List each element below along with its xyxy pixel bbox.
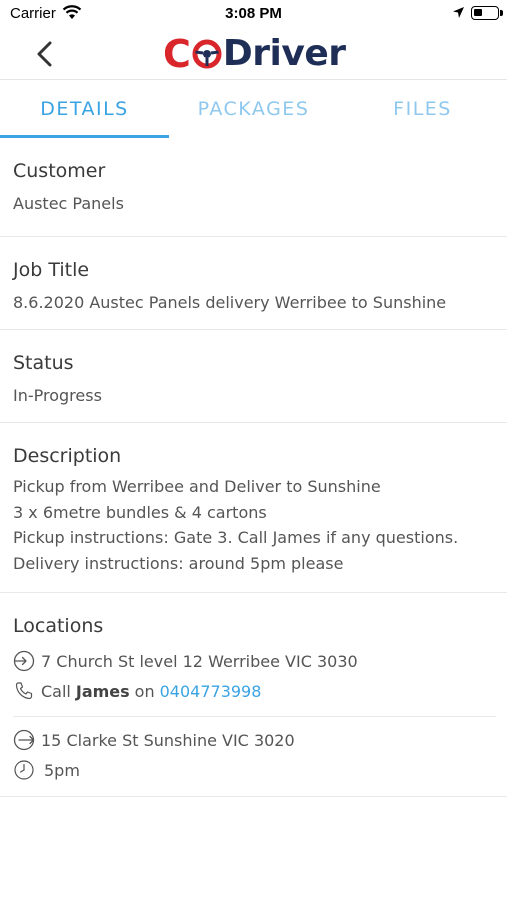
delivery-time: 5pm	[44, 760, 80, 780]
pickup-address: 7 Church St level 12 Werribee VIC 3030	[41, 651, 358, 671]
call-prefix: Call	[41, 681, 71, 701]
pickup-arrow-in-icon	[13, 650, 35, 672]
battery-icon	[471, 6, 503, 20]
back-button[interactable]	[28, 36, 64, 72]
pickup-address-row[interactable]: 7 Church St level 12 Werribee VIC 3030	[13, 646, 494, 676]
clock-time: 3:08 PM	[225, 5, 282, 22]
steering-wheel-icon	[192, 39, 222, 69]
contact-name: James	[75, 681, 130, 701]
description-title: Description	[13, 445, 122, 467]
description-section: Description Pickup from Werribee and Del…	[0, 423, 507, 593]
tab-details[interactable]: DETAILS	[0, 80, 169, 138]
tab-bar: DETAILS PACKAGES FILES	[0, 80, 507, 138]
delivery-arrow-out-icon	[13, 729, 35, 751]
phone-number-link[interactable]: 0404773998	[160, 682, 262, 701]
clock-icon	[14, 760, 34, 780]
tab-packages[interactable]: PACKAGES	[169, 80, 338, 138]
logo-wordmark: Driver	[222, 33, 346, 74]
call-on-label: on	[134, 681, 155, 701]
description-line: Pickup instructions: Gate 3. Call James …	[13, 528, 459, 547]
logo-letter-c: C	[163, 32, 191, 76]
delivery-location: 15 Clarke St Sunshine VIC 3020 5pm	[13, 717, 494, 785]
locations-section: Locations 7 Church St level 12 Werribee …	[0, 593, 507, 797]
customer-title: Customer	[13, 160, 106, 182]
status-title: Status	[13, 352, 74, 374]
description-line: Pickup from Werribee and Deliver to Suns…	[13, 477, 381, 496]
pickup-location: 7 Church St level 12 Werribee VIC 3030 C…	[13, 638, 494, 706]
delivery-address: 15 Clarke St Sunshine VIC 3020	[41, 730, 295, 750]
description-line: 3 x 6metre bundles & 4 cartons	[13, 502, 267, 522]
tab-files[interactable]: FILES	[338, 80, 507, 138]
location-arrow-icon	[452, 6, 465, 24]
pickup-contact-row: Call James on 0404773998	[13, 676, 494, 706]
details-content: Customer Austec Panels Job Title 8.6.202…	[0, 138, 507, 797]
status-section: Status In-Progress	[0, 330, 507, 423]
job-title-value: 8.6.2020 Austec Panels delivery Werribee…	[13, 293, 447, 312]
nav-bar: C Driver	[0, 28, 507, 80]
phone-icon	[15, 682, 33, 700]
customer-section: Customer Austec Panels	[0, 138, 507, 237]
customer-value: Austec Panels	[13, 194, 124, 213]
chevron-left-icon	[37, 41, 52, 67]
description-line: Delivery instructions: around 5pm please	[13, 553, 344, 573]
description-text: Pickup from Werribee and Deliver to Suns…	[13, 468, 494, 596]
delivery-time-row: 5pm	[13, 755, 494, 785]
job-title-heading: Job Title	[13, 259, 90, 281]
app-logo: C Driver	[163, 32, 346, 76]
status-value: In-Progress	[13, 386, 102, 405]
delivery-address-row[interactable]: 15 Clarke St Sunshine VIC 3020	[13, 725, 494, 755]
job-title-section: Job Title 8.6.2020 Austec Panels deliver…	[0, 237, 507, 330]
locations-title: Locations	[13, 615, 104, 637]
status-bar: Carrier 3:08 PM	[0, 0, 507, 28]
